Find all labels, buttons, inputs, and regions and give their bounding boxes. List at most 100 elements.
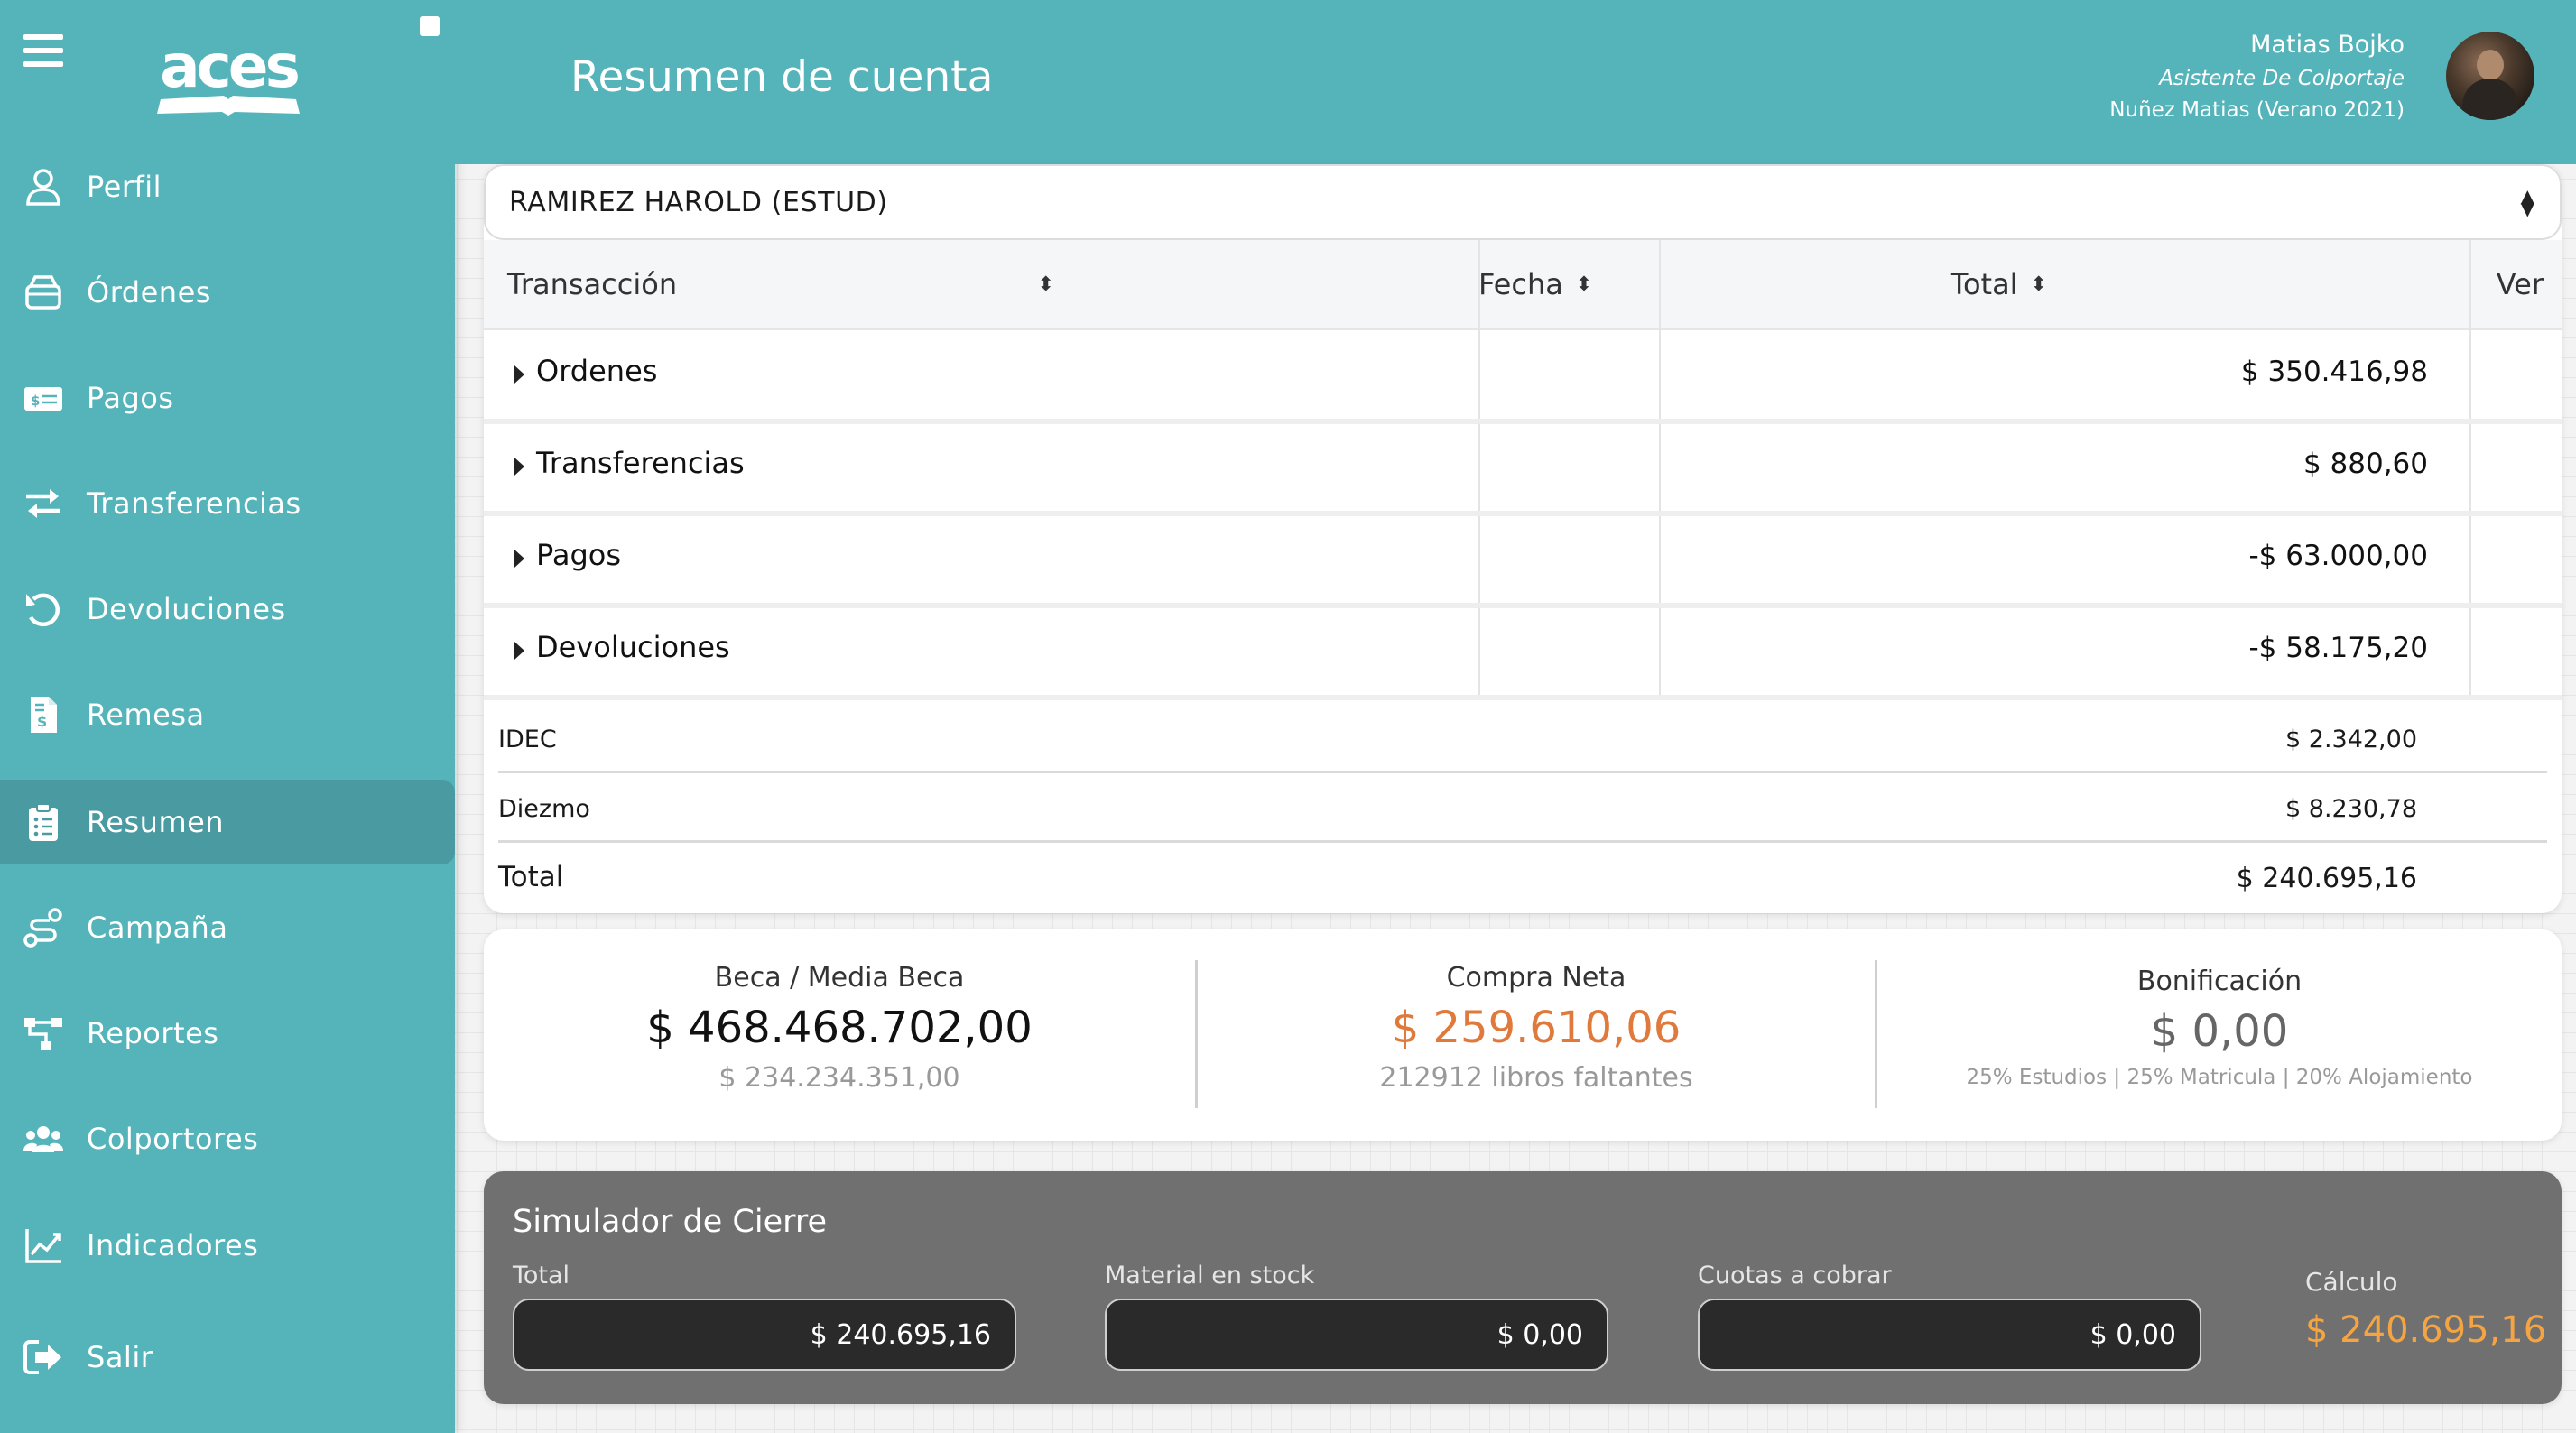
caret-right-icon[interactable]	[514, 365, 524, 384]
sitemap-icon	[20, 1010, 67, 1057]
stat-compra-neta: Compra Neta $ 259.610,06 212912 libros f…	[1198, 929, 1875, 1141]
sidebar-item-label: Reportes	[87, 1016, 219, 1050]
account-summary-card: RAMIREZ HAROLD (ESTUD) ▲ ▼ Transacción ⬍ …	[484, 164, 2562, 913]
sort-icon[interactable]: ⬍	[1576, 273, 1592, 296]
sidebar-pin-button[interactable]	[420, 16, 440, 36]
box-icon	[20, 269, 67, 316]
table-header: Transacción ⬍ Fecha ⬍ Total ⬍ Ver	[484, 240, 2562, 330]
field-label: Material en stock	[1105, 1262, 1315, 1290]
row-name: Transferencias	[536, 446, 745, 480]
stat-title: Beca / Media Beca	[714, 962, 965, 994]
route-icon	[20, 904, 67, 951]
sidebar-item-devoluciones[interactable]: Devoluciones	[0, 567, 455, 652]
clipboard-list-icon	[20, 799, 67, 846]
th-label: Total	[1950, 267, 2018, 301]
sim-stock-field: Material en stock $ 0,00	[1105, 1262, 1608, 1371]
table-row-transferencias[interactable]: Transferencias $ 880,60	[484, 422, 2562, 516]
sidebar-item-colportores[interactable]: Colportores	[0, 1096, 455, 1181]
chart-line-icon	[20, 1222, 67, 1269]
avatar[interactable]	[2446, 32, 2534, 120]
sim-cuotas-field: Cuotas a cobrar $ 0,00	[1698, 1262, 2201, 1371]
field-label: Total	[513, 1262, 570, 1290]
sidebar-item-reportes[interactable]: Reportes	[0, 991, 455, 1076]
cuotas-input[interactable]: $ 0,00	[1698, 1299, 2201, 1371]
sort-icon[interactable]: ⬍	[1038, 273, 1054, 296]
caret-right-icon[interactable]	[514, 550, 524, 568]
svg-text:aces: aces	[160, 32, 298, 101]
caret-right-icon[interactable]	[514, 458, 524, 476]
stat-title: Compra Neta	[1446, 962, 1626, 994]
th-fecha[interactable]: Fecha ⬍	[1478, 240, 1592, 328]
sidebar-item-remesa[interactable]: $ Remesa	[0, 672, 455, 757]
account-select-value: RAMIREZ HAROLD (ESTUD)	[509, 186, 888, 218]
sidebar-item-resumen[interactable]: Resumen	[0, 780, 455, 864]
th-ver: Ver	[2074, 240, 2544, 328]
summary-name: Diezmo	[498, 795, 590, 823]
sidebar-item-label: Resumen	[87, 805, 225, 839]
user-campaign: Nuñez Matias (Verano 2021)	[2109, 98, 2405, 122]
stat-sub: 25% Estudios | 25% Matricula | 20% Aloja…	[1966, 1066, 2473, 1089]
sort-icon[interactable]: ⬍	[2031, 273, 2047, 296]
stat-beca: Beca / Media Beca $ 468.468.702,00 $ 234…	[484, 929, 1195, 1141]
stat-title: Bonificación	[2136, 966, 2303, 997]
table-row-ordenes[interactable]: Ordenes $ 350.416,98	[484, 330, 2562, 424]
sidebar-item-campana[interactable]: Campaña	[0, 885, 455, 970]
aces-logo[interactable]: aces	[153, 31, 303, 117]
total-input[interactable]: $ 240.695,16	[513, 1299, 1016, 1371]
svg-text:$: $	[31, 393, 40, 409]
sidebar-item-label: Perfil	[87, 170, 162, 204]
stat-value: $ 259.610,06	[1391, 1003, 1682, 1053]
users-icon	[20, 1115, 67, 1162]
sidebar-item-indicadores[interactable]: Indicadores	[0, 1203, 455, 1288]
sidebar-item-pagos[interactable]: $ Pagos	[0, 356, 455, 440]
menu-toggle-icon[interactable]	[23, 34, 63, 69]
row-amount: -$ 58.175,20	[2248, 632, 2428, 664]
simulator-title: Simulador de Cierre	[513, 1204, 828, 1240]
calc-value: $ 240.695,16	[2305, 1309, 2547, 1351]
sidebar: aces Perfil Órdenes $ Pagos Transferenci…	[0, 0, 455, 1433]
stock-input[interactable]: $ 0,00	[1105, 1299, 1608, 1371]
caret-right-icon[interactable]	[514, 642, 524, 660]
table-row-pagos[interactable]: Pagos -$ 63.000,00	[484, 514, 2562, 608]
table-row-devoluciones[interactable]: Devoluciones -$ 58.175,20	[484, 606, 2562, 700]
th-label: Transacción	[507, 267, 678, 301]
sidebar-item-label: Remesa	[87, 698, 205, 732]
sidebar-item-label: Transferencias	[87, 486, 301, 521]
sim-total-field: Total $ 240.695,16	[513, 1262, 1016, 1371]
sidebar-item-label: Devoluciones	[87, 592, 286, 626]
row-name: Pagos	[536, 538, 622, 572]
user-icon	[20, 163, 67, 210]
closing-simulator: Simulador de Cierre Total $ 240.695,16 M…	[484, 1171, 2562, 1404]
sim-calculation: Cálculo $ 240.695,16	[2305, 1267, 2546, 1351]
stat-sub: $ 234.234.351,00	[718, 1062, 960, 1094]
select-arrows-icon: ▲ ▼	[2520, 185, 2534, 219]
summary-amount: $ 240.695,16	[2236, 863, 2417, 894]
sidebar-item-ordenes[interactable]: Órdenes	[0, 250, 455, 335]
user-name: Matias Bojko	[2250, 31, 2405, 59]
th-total[interactable]: Total ⬍	[1659, 240, 2047, 328]
sidebar-item-label: Salir	[87, 1340, 153, 1374]
sidebar-item-label: Pagos	[87, 381, 174, 415]
exchange-icon	[20, 480, 67, 527]
row-amount: $ 350.416,98	[2240, 356, 2428, 388]
th-transaccion[interactable]: Transacción ⬍	[507, 240, 1054, 328]
sidebar-item-label: Indicadores	[87, 1228, 259, 1262]
user-info: Matias Bojko Asistente De Colportaje Nuñ…	[2109, 27, 2405, 126]
user-role: Asistente De Colportaje	[2159, 67, 2405, 90]
summary-name: Total	[498, 861, 564, 893]
row-amount: -$ 63.000,00	[2248, 540, 2428, 572]
sidebar-item-transferencias[interactable]: Transferencias	[0, 461, 455, 546]
sign-out-icon	[20, 1334, 67, 1381]
sidebar-item-label: Campaña	[87, 911, 228, 945]
sidebar-item-perfil[interactable]: Perfil	[0, 144, 455, 229]
stat-value: $ 0,00	[2150, 1006, 2289, 1057]
top-header: Resumen de cuenta Matias Bojko Asistente…	[455, 0, 2576, 164]
account-select[interactable]: RAMIREZ HAROLD (ESTUD) ▲ ▼	[484, 164, 2562, 240]
field-label: Cuotas a cobrar	[1698, 1262, 1892, 1290]
sidebar-item-salir[interactable]: Salir	[0, 1315, 455, 1400]
summary-amount: $ 8.230,78	[2285, 795, 2417, 823]
stats-card: Beca / Media Beca $ 468.468.702,00 $ 234…	[484, 929, 2562, 1141]
row-name: Ordenes	[536, 354, 658, 388]
summary-amount: $ 2.342,00	[2285, 726, 2417, 753]
stat-sub: 212912 libros faltantes	[1379, 1062, 1693, 1094]
